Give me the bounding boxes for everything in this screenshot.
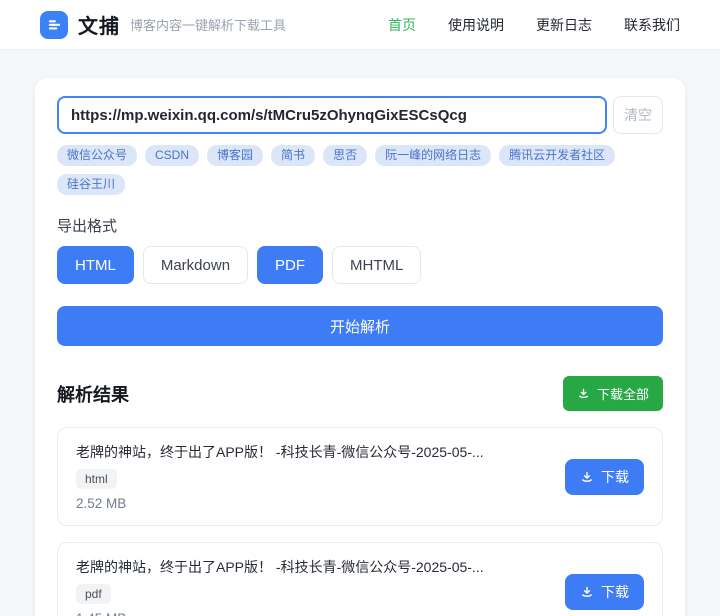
- url-input[interactable]: [57, 96, 607, 134]
- url-row: 清空: [57, 96, 663, 134]
- download-icon: [577, 387, 590, 400]
- app-title: 文捕: [78, 16, 120, 38]
- app-header: 文捕 博客内容一键解析下载工具 首页 使用说明 更新日志 联系我们: [0, 0, 720, 50]
- download-all-label: 下载全部: [596, 387, 649, 402]
- download-icon: [580, 585, 594, 599]
- tag-tencent-cloud[interactable]: 腾讯云开发者社区: [499, 145, 616, 166]
- brand[interactable]: 文捕 博客内容一键解析下载工具: [40, 10, 286, 39]
- nav-item-home[interactable]: 首页: [388, 15, 416, 35]
- result-file-size: 1.45 MB: [76, 611, 484, 616]
- main-nav: 首页 使用说明 更新日志 联系我们: [388, 15, 680, 35]
- format-options: HTML Markdown PDF MHTML: [57, 246, 663, 284]
- app-logo-icon: [40, 10, 68, 39]
- tag-jianshu[interactable]: 简书: [271, 145, 316, 166]
- nav-item-changelog[interactable]: 更新日志: [536, 15, 592, 35]
- app-subtitle: 博客内容一键解析下载工具: [130, 18, 287, 33]
- download-label: 下载: [601, 468, 629, 485]
- results-title: 解析结果: [57, 384, 129, 405]
- result-title: 老牌的神站，终于出了APP版！ -科技长青-微信公众号-2025-05-...: [76, 444, 484, 460]
- format-mhtml-button[interactable]: MHTML: [332, 246, 422, 284]
- format-html-button[interactable]: HTML: [57, 246, 134, 284]
- tag-ruanyifeng[interactable]: 阮一峰的网络日志: [375, 145, 492, 166]
- export-format-label: 导出格式: [57, 218, 118, 235]
- format-pdf-button[interactable]: PDF: [257, 246, 324, 284]
- result-info: 老牌的神站，终于出了APP版！ -科技长青-微信公众号-2025-05-... …: [76, 442, 484, 511]
- result-format-badge: html: [76, 469, 117, 489]
- start-parse-button[interactable]: 开始解析: [57, 306, 663, 346]
- nav-item-contact[interactable]: 联系我们: [624, 15, 680, 35]
- result-item-html: 老牌的神站，终于出了APP版！ -科技长青-微信公众号-2025-05-... …: [57, 427, 663, 526]
- result-format-badge: pdf: [76, 584, 111, 604]
- clear-button[interactable]: 清空: [613, 96, 663, 134]
- download-label: 下载: [601, 583, 629, 600]
- nav-item-usage[interactable]: 使用说明: [448, 15, 504, 35]
- result-file-size: 2.52 MB: [76, 496, 127, 511]
- download-button[interactable]: 下载: [565, 573, 644, 610]
- tag-guigu-wangchuan[interactable]: 硅谷王川: [57, 174, 126, 195]
- results-header: 解析结果 下载全部: [57, 376, 663, 411]
- download-icon: [580, 470, 594, 484]
- result-info: 老牌的神站，终于出了APP版！ -科技长青-微信公众号-2025-05-... …: [76, 557, 484, 616]
- format-markdown-button[interactable]: Markdown: [142, 246, 249, 284]
- download-button[interactable]: 下载: [565, 458, 644, 495]
- download-all-button[interactable]: 下载全部: [562, 376, 663, 411]
- main-card: 清空 微信公众号 CSDN 博客园 简书 思否 阮一峰的网络日志 腾讯云开发者社…: [35, 78, 685, 616]
- tag-csdn[interactable]: CSDN: [145, 145, 200, 166]
- result-item-pdf: 老牌的神站，终于出了APP版！ -科技长青-微信公众号-2025-05-... …: [57, 542, 663, 616]
- supported-sites-tags: 微信公众号 CSDN 博客园 简书 思否 阮一峰的网络日志 腾讯云开发者社区 硅…: [57, 145, 663, 195]
- tag-wechat[interactable]: 微信公众号: [57, 145, 138, 166]
- tag-cnblogs[interactable]: 博客园: [207, 145, 264, 166]
- result-title: 老牌的神站，终于出了APP版！ -科技长青-微信公众号-2025-05-...: [76, 559, 484, 575]
- tag-segmentfault[interactable]: 思否: [323, 145, 368, 166]
